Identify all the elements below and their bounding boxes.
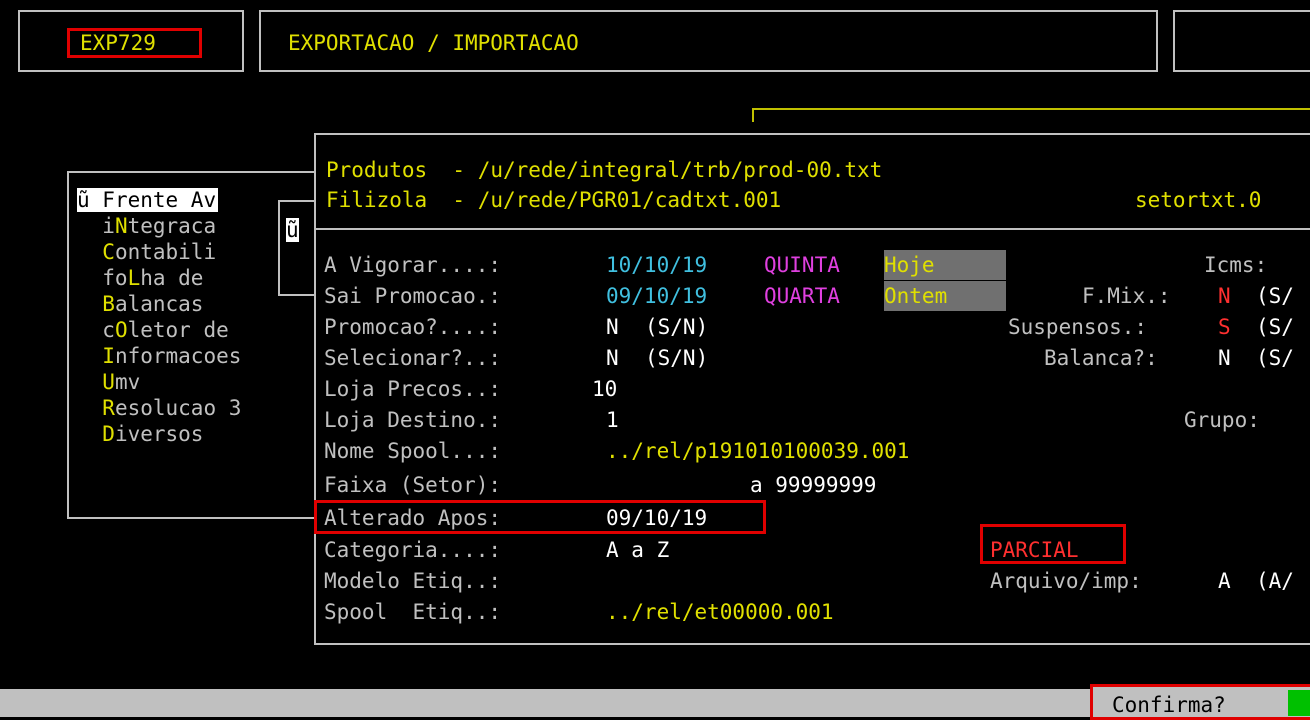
produtos-path: /u/rede/integral/trb/prod-00.txt [477,158,883,182]
spool-etiq-label: Spool Etiq..: [324,600,502,624]
grupo-label: Grupo: [1184,408,1260,432]
loja-precos-label: Loja Precos..: [324,377,502,401]
menu-item-integracao[interactable]: iNtegraca [77,214,216,238]
dialog-divider [316,228,1310,230]
page-title: EXPORTACAO / IMPORTACAO [288,31,579,55]
selecionar-value[interactable]: N [606,346,619,370]
fmix-label: F.Mix.: [1082,284,1171,308]
promocao-value[interactable]: N [606,315,619,339]
arquivo-hint: (A/ [1256,569,1294,593]
categoria-value[interactable]: A a Z [606,538,669,562]
filizola-path: /u/rede/PGR01/cadtxt.001 [477,188,782,212]
program-code: EXP729 [80,31,156,55]
balanca-value[interactable]: N [1218,346,1231,370]
menu-item-informacoes[interactable]: Informacoes [77,344,241,368]
selecionar-hint: (S/N) [645,346,709,370]
balanca-label: Balanca?: [1044,346,1158,370]
arquivo-label: Arquivo/imp: [990,569,1142,593]
faixa-setor-label: Faixa (Setor): [324,473,502,497]
right-header-box [1173,10,1310,72]
menu-item-folha[interactable]: foLha de [77,266,203,290]
a-vigorar-date[interactable]: 10/10/19 [606,253,707,277]
menu-item-contabilidade[interactable]: Contabili [77,240,216,264]
selecionar-label: Selecionar?..: [324,346,502,370]
sai-promocao-date[interactable]: 09/10/19 [606,284,707,308]
submenu-box [278,200,318,296]
parcial-highlight [980,524,1126,564]
loja-precos-value[interactable]: 10 [592,377,617,401]
loja-destino-label: Loja Destino.: [324,408,502,432]
sai-promocao-label: Sai Promocao.: [324,284,502,308]
alterado-apos-highlight [314,500,766,534]
fmix-hint: (S/ [1256,284,1294,308]
filizola-line: Filizola - /u/rede/PGR01/cadtxt.001 [326,188,782,212]
fmix-value[interactable]: N [1218,284,1231,308]
icms-label: Icms: [1204,253,1268,277]
modelo-etiq-label: Modelo Etiq..: [324,569,502,593]
confirm-input[interactable] [1288,690,1310,716]
suspensos-value[interactable]: S [1218,315,1231,339]
a-vigorar-weekday: QUINTA [764,253,840,277]
nome-spool-label: Nome Spool...: [324,439,502,463]
setor-file: setortxt.0 [1135,188,1262,212]
menu-item-umv[interactable]: Umv [77,370,140,394]
faixa-setor-value[interactable]: a 99999999 [750,473,876,497]
a-vigorar-label: A Vigorar....: [324,253,502,277]
spool-etiq-value[interactable]: ../rel/et00000.001 [606,600,834,624]
nome-spool-value[interactable]: ../rel/p191010100039.001 [606,439,909,463]
sai-promocao-tag: Ontem [884,281,1006,311]
balanca-hint: (S/ [1256,346,1294,370]
promocao-label: Promocao?....: [324,315,502,339]
arquivo-value[interactable]: A [1218,569,1231,593]
categoria-label: Categoria....: [324,538,502,562]
produtos-line: Produtos - /u/rede/integral/trb/prod-00.… [326,158,883,182]
menu-item-balancas[interactable]: Balancas [77,292,203,316]
menu-item-resolucao[interactable]: Resolucao 3 [77,396,241,420]
menu-item-coletor[interactable]: cOletor de [77,318,228,342]
confirm-prompt: Confirma? [1112,693,1226,717]
yellow-bracket [752,108,1310,122]
suspensos-hint: (S/ [1256,315,1294,339]
suspensos-label: Suspensos.: [1008,315,1148,339]
menu-item-diversos[interactable]: Diversos [77,422,203,446]
submenu-item-selected[interactable]: ũ [286,218,299,242]
sai-promocao-weekday: QUARTA [764,284,840,308]
promocao-hint: (S/N) [645,315,709,339]
loja-destino-value[interactable]: 1 [606,408,619,432]
a-vigorar-tag: Hoje [884,250,1006,280]
menu-item-frente[interactable]: ũ Frente Av [77,188,219,212]
